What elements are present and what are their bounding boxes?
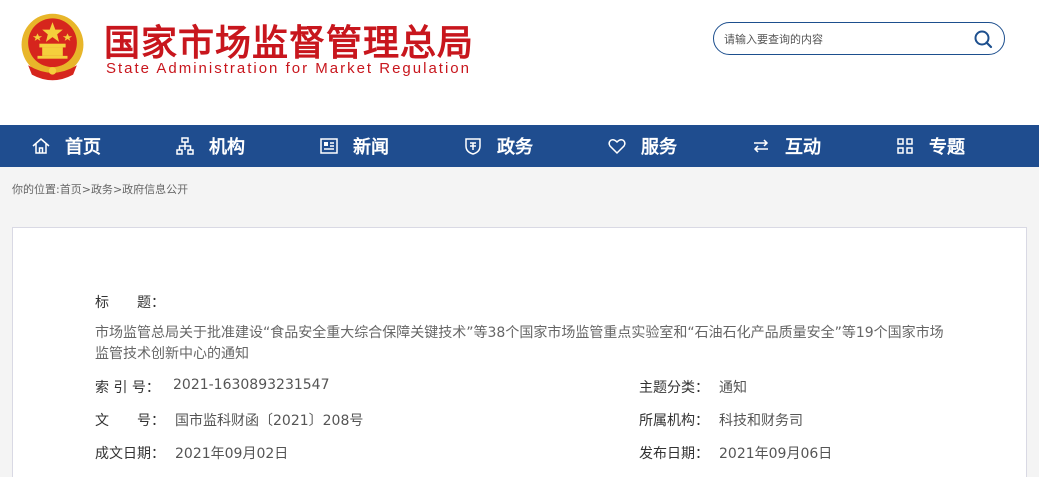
nav-label: 互动 (785, 137, 821, 158)
doc-title: 市场监管总局关于批准建设“食品安全重大综合保障关键技术”等38个国家市场监管重点… (95, 325, 944, 362)
nav-label: 服务 (641, 137, 677, 158)
home-icon (32, 138, 50, 154)
breadcrumb-prefix: 你的位置: (12, 183, 60, 196)
nav-item-news[interactable]: 新闻 (319, 125, 389, 167)
created-date-value: 2021年09月02日 (175, 446, 289, 462)
category-value: 通知 (719, 380, 747, 396)
org-label: 所属机构： (639, 413, 709, 429)
created-date-label: 成文日期： (95, 446, 165, 462)
breadcrumb-gov[interactable]: 政务 (91, 183, 113, 196)
site-title-en[interactable]: State Administration for Market Regulati… (106, 60, 471, 77)
org-value: 科技和财务司 (719, 413, 803, 429)
breadcrumb-home[interactable]: 首页 (60, 183, 82, 196)
search-icon[interactable] (973, 29, 993, 49)
title-label: 标 题： (95, 295, 165, 311)
breadcrumb-separator: > (112, 183, 123, 196)
breadcrumb-separator: > (81, 183, 91, 196)
newspaper-icon (320, 138, 338, 154)
nav-item-interact[interactable]: 互动 (751, 125, 821, 167)
nav-item-org[interactable]: 机构 (175, 125, 245, 167)
nav-label: 新闻 (353, 137, 389, 158)
nav-label: 机构 (209, 137, 245, 158)
nav-item-topic[interactable]: 专题 (895, 125, 965, 167)
heart-icon (608, 139, 626, 155)
breadcrumb: 你的位置:首页>政务>政府信息公开 (12, 181, 188, 197)
category-label: 主题分类： (639, 380, 709, 396)
national-emblem-icon[interactable] (15, 9, 90, 84)
docno-label: 文 号： (95, 413, 165, 429)
nav-item-home[interactable]: 首页 (31, 125, 101, 167)
nav-label: 政务 (497, 137, 533, 158)
published-date-label: 发布日期： (639, 446, 709, 462)
nav-item-service[interactable]: 服务 (607, 125, 677, 167)
nav-label: 专题 (929, 137, 965, 158)
site-title-cn[interactable]: 国家市场监督管理总局 (104, 14, 474, 66)
nav-item-gov[interactable]: 政务 (463, 125, 533, 167)
nav-label: 首页 (65, 137, 101, 158)
breadcrumb-info[interactable]: 政府信息公开 (122, 183, 188, 196)
main-nav: 首页 机构 新闻 政务 服务 互动 专题 (0, 125, 1039, 167)
index-value: 2021-1630893231547 (173, 377, 330, 393)
published-date-value: 2021年09月06日 (719, 446, 833, 462)
org-chart-icon (176, 137, 194, 155)
exchange-icon (753, 139, 769, 153)
index-label: 索 引 号： (95, 380, 160, 396)
grid-icon (897, 138, 913, 154)
site-header: 国家市场监督管理总局 State Administration for Mark… (0, 0, 1039, 125)
shield-icon (465, 138, 481, 155)
search-input[interactable] (724, 29, 964, 49)
search-box (713, 22, 1005, 55)
docno-value: 国市监科财函〔2021〕208号 (175, 413, 364, 429)
